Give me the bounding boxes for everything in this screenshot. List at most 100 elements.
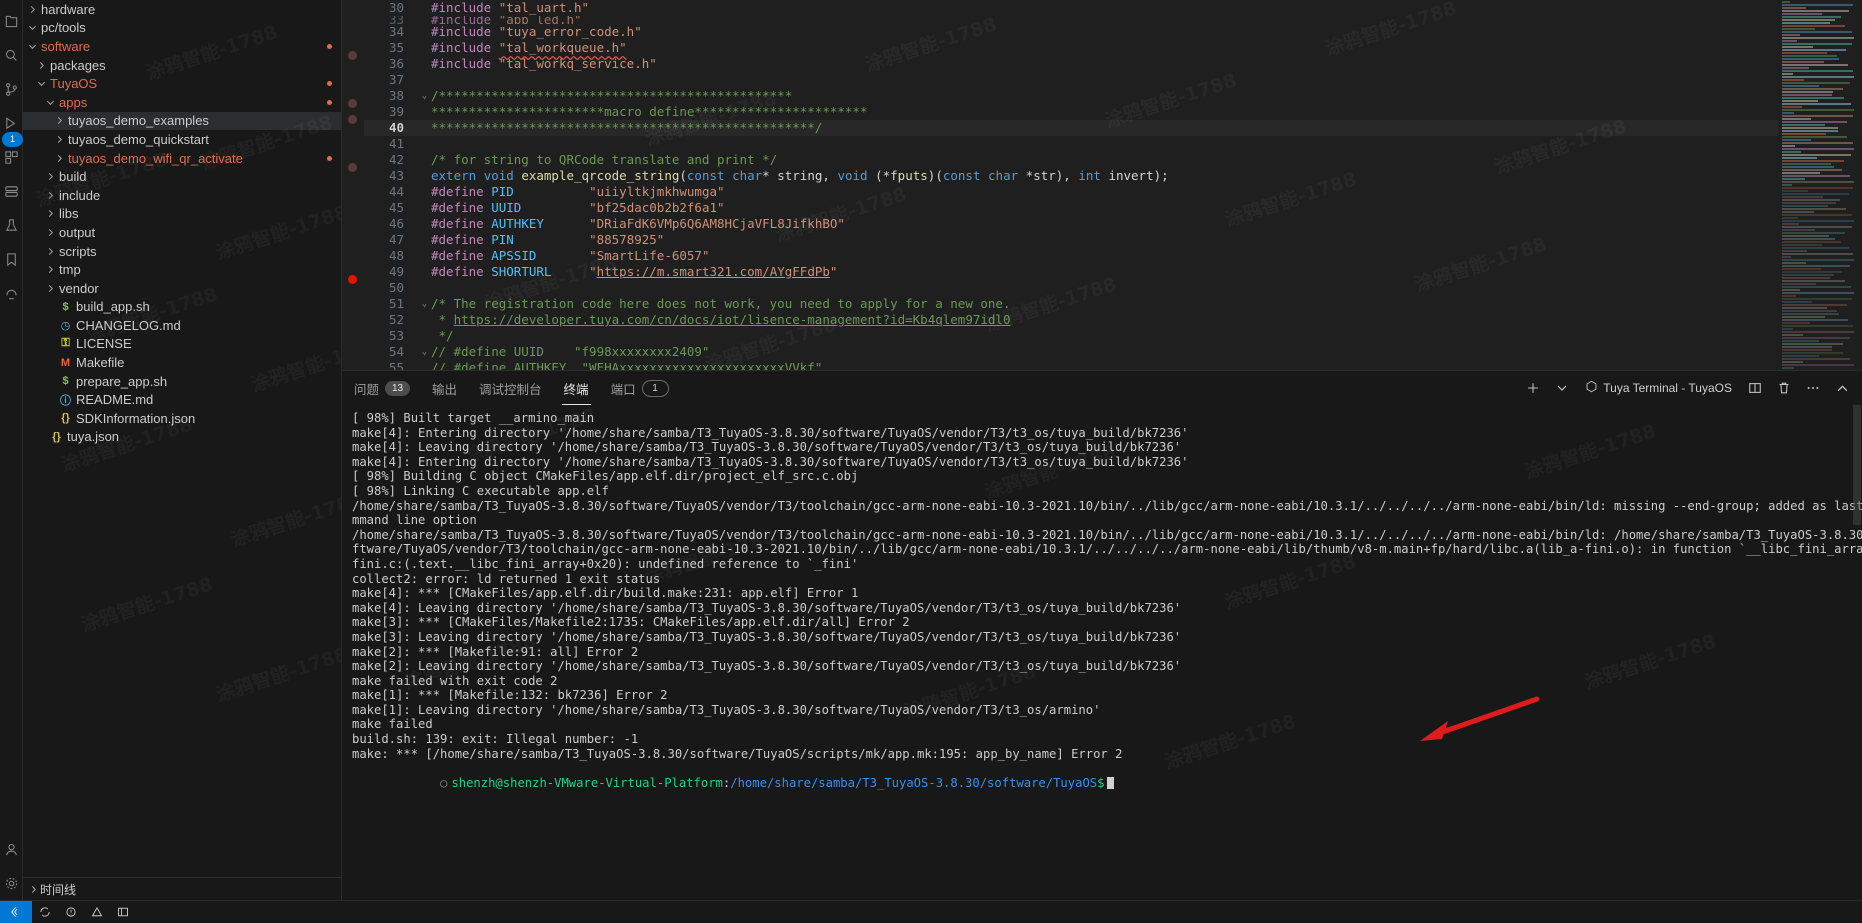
- tree-file-item[interactable]: ⓘ README.md: [23, 390, 341, 409]
- tree-folder-item[interactable]: tuyaos_demo_examples: [23, 111, 341, 131]
- code-line[interactable]: 37: [364, 72, 1862, 88]
- tree-folder-item[interactable]: apps: [23, 93, 341, 112]
- fold-chevron-icon[interactable]: ⌄: [418, 296, 431, 312]
- code-line[interactable]: 46 #define AUTHKEY "DRiaFdK6VMp6Q6AM8HCja…: [364, 216, 1862, 232]
- breakpoint-marker[interactable]: [348, 163, 357, 172]
- breakpoint-marker[interactable]: [348, 51, 357, 60]
- code-editor[interactable]: 30 #include "tal_uart.h" 33 #include "app_l…: [342, 0, 1862, 370]
- tree-folder-item[interactable]: hardware: [23, 0, 341, 19]
- terminal-tab[interactable]: Tuya Terminal - TuyaOS: [1585, 380, 1732, 396]
- terminal-output[interactable]: [ 98%] Built target __armino_main make[4]…: [342, 405, 1862, 900]
- tree-folder-item[interactable]: tuyaos_demo_wifi_qr_activate: [23, 149, 341, 168]
- editor-minimap[interactable]: [1778, 0, 1862, 370]
- code-line[interactable]: 54 ⌄// #define UUID "f998xxxxxxxx2409": [364, 344, 1862, 360]
- code-line[interactable]: 51 ⌄/* The registration code here does no…: [364, 296, 1862, 312]
- panel-tab-端口[interactable]: 端口 1: [609, 371, 671, 405]
- code-line[interactable]: 55 // #define AUTHKEY "WEHAxxxxxxxxxxxxxx…: [364, 360, 1862, 370]
- fold-chevron-icon[interactable]: ⌄: [418, 344, 431, 360]
- code-line[interactable]: 47 #define PIN "88578925": [364, 232, 1862, 248]
- account-icon[interactable]: [1, 832, 21, 866]
- status-sync-icon[interactable]: [32, 901, 58, 923]
- code-line[interactable]: 40 **************************************…: [364, 120, 1862, 136]
- status-warning-icon[interactable]: [84, 901, 110, 923]
- code-line[interactable]: 44 #define PID "uiiyltkjmkhwumga": [364, 184, 1862, 200]
- tree-folder-item[interactable]: include: [23, 186, 341, 205]
- split-terminal-button[interactable]: [1745, 378, 1765, 398]
- status-error-icon[interactable]: [58, 901, 84, 923]
- code-line[interactable]: 43 extern void example_qrcode_string(cons…: [364, 168, 1862, 184]
- activity-bar[interactable]: 1: [0, 0, 23, 900]
- tree-folder-item[interactable]: vendor: [23, 279, 341, 298]
- panel-tab-终端[interactable]: 终端: [561, 371, 591, 405]
- code-line[interactable]: 33 #include "app_led.h": [364, 16, 1862, 24]
- tree-file-item[interactable]: {} tuya.json: [23, 428, 341, 447]
- tree-file-item[interactable]: {} SDKInformation.json: [23, 409, 341, 428]
- tree-folder-item[interactable]: packages: [23, 56, 341, 75]
- terminal-scrollbar[interactable]: [1852, 405, 1862, 900]
- code-line[interactable]: 35 #include "tal_workqueue.h": [364, 40, 1862, 56]
- breakpoint-marker[interactable]: [348, 115, 357, 124]
- remote-indicator[interactable]: [0, 901, 32, 923]
- tree-folder-item[interactable]: TuyaOS: [23, 74, 341, 93]
- breakpoint-marker[interactable]: [348, 275, 357, 284]
- new-terminal-button[interactable]: [1523, 378, 1543, 398]
- panel-collapse-button[interactable]: [1832, 378, 1852, 398]
- panel-tab-问题[interactable]: 问题 13: [352, 371, 412, 405]
- terminal-prompt-line[interactable]: ○ shenzh@shenzh-VMware-Virtual-Platform:/…: [352, 761, 1862, 790]
- timeline-section[interactable]: 时间线: [23, 877, 341, 900]
- kill-terminal-button[interactable]: [1774, 378, 1794, 398]
- explorer-sidebar[interactable]: hardware pc/tools software packages TuyaOS ap…: [23, 0, 342, 900]
- panel-more-actions-button[interactable]: [1803, 378, 1823, 398]
- line-number: 40: [388, 120, 404, 135]
- terminal-dropdown-button[interactable]: [1552, 378, 1572, 398]
- remote-explorer-icon[interactable]: [1, 174, 21, 208]
- tree-file-item[interactable]: $ build_app.sh: [23, 298, 341, 317]
- panel-tab-输出[interactable]: 输出: [430, 371, 459, 405]
- status-layout-icon[interactable]: [110, 901, 136, 923]
- code-line[interactable]: 41: [364, 136, 1862, 152]
- code-line[interactable]: 30 #include "tal_uart.h": [364, 0, 1862, 16]
- tree-folder-item[interactable]: libs: [23, 205, 341, 224]
- panel-tab-bar[interactable]: 问题 13 输出 调试控制台 终端 端口 1 Tuya Terminal - TuyaOS: [342, 371, 1862, 405]
- code-line[interactable]: 42 /* for string to QRCode translate and …: [364, 152, 1862, 168]
- code-line[interactable]: 39 ***********************macro define***…: [364, 104, 1862, 120]
- tree-folder-item[interactable]: scripts: [23, 242, 341, 261]
- tree-folder-item[interactable]: pc/tools: [23, 19, 341, 38]
- fold-chevron-icon[interactable]: ⌄: [418, 88, 431, 104]
- file-tree[interactable]: hardware pc/tools software packages TuyaOS ap…: [23, 0, 341, 877]
- settings-gear-icon[interactable]: [1, 866, 21, 900]
- tree-folder-item[interactable]: tuyaos_demo_quickstart: [23, 130, 341, 149]
- tree-folder-item[interactable]: output: [23, 223, 341, 242]
- code-line[interactable]: 38 ⌄/************************************…: [364, 88, 1862, 104]
- tree-file-item[interactable]: ◷ CHANGELOG.md: [23, 316, 341, 335]
- code-line[interactable]: 50: [364, 280, 1862, 296]
- tree-file-item[interactable]: $ prepare_app.sh: [23, 372, 341, 391]
- tree-file-item[interactable]: M Makefile: [23, 353, 341, 372]
- breakpoint-gutter[interactable]: [342, 0, 364, 370]
- source-control-icon[interactable]: [1, 72, 21, 106]
- breakpoint-marker[interactable]: [348, 99, 357, 108]
- explorer-icon[interactable]: [1, 4, 21, 38]
- panel-action-bar[interactable]: Tuya Terminal - TuyaOS: [1523, 378, 1862, 398]
- panel-tab-调试控制台[interactable]: 调试控制台: [477, 371, 544, 405]
- bookmark-icon[interactable]: [1, 242, 21, 276]
- code-line[interactable]: 34 #include "tuya_error_code.h": [364, 24, 1862, 40]
- code-line[interactable]: 45 #define UUID "bf25dac0b2b2f6a1": [364, 200, 1862, 216]
- tree-folder-item[interactable]: tmp: [23, 260, 341, 279]
- tuya-icon[interactable]: [1, 276, 21, 310]
- code-line[interactable]: 53 */: [364, 328, 1862, 344]
- status-bar[interactable]: [0, 900, 1862, 923]
- code-token: ***********************macro define*****…: [431, 104, 868, 119]
- testing-icon[interactable]: [1, 208, 21, 242]
- code-line[interactable]: 48 #define APSSID "SmartLife-6057": [364, 248, 1862, 264]
- terminal-scrollbar-thumb[interactable]: [1853, 405, 1861, 525]
- code-line[interactable]: 52 * https://developer.tuya.com/cn/docs/…: [364, 312, 1862, 328]
- code-content[interactable]: 30 #include "tal_uart.h" 33 #include "app_l…: [364, 0, 1862, 370]
- search-icon[interactable]: [1, 38, 21, 72]
- tree-file-item[interactable]: ⚿ LICENSE: [23, 335, 341, 354]
- tree-folder-item[interactable]: software: [23, 37, 341, 56]
- code-line[interactable]: 49 #define SHORTURL "https://m.smart321.c…: [364, 264, 1862, 280]
- tree-folder-item[interactable]: build: [23, 167, 341, 186]
- code-line[interactable]: 36 #include "tal_workq_service.h": [364, 56, 1862, 72]
- bottom-panel[interactable]: 问题 13 输出 调试控制台 终端 端口 1 Tuya Terminal - TuyaOS: [342, 370, 1862, 900]
